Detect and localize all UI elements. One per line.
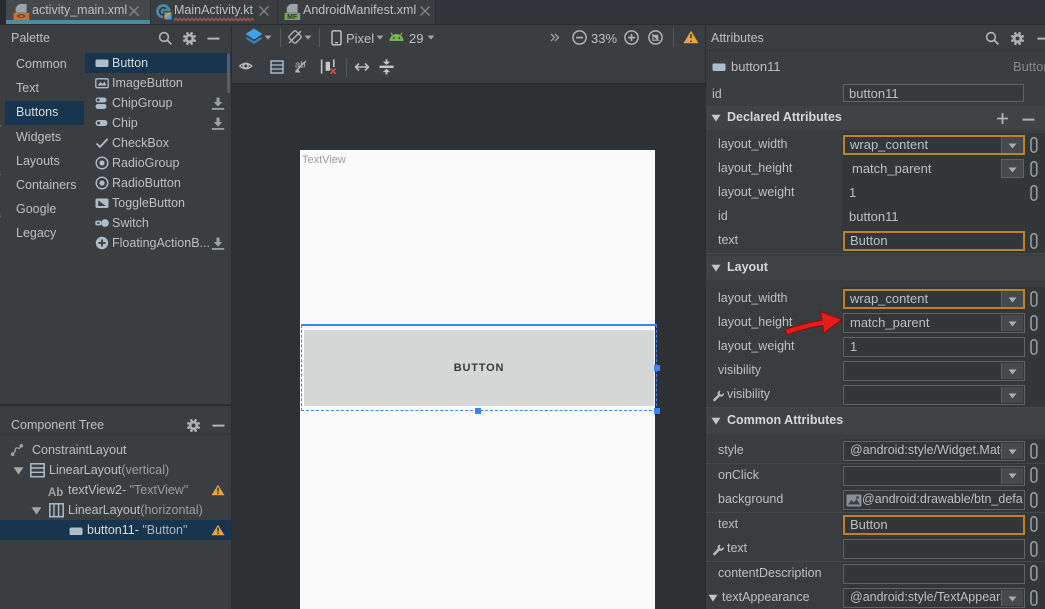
svg-text:MF: MF <box>287 14 298 20</box>
svg-text:<>: <> <box>17 12 26 20</box>
svg-text:ab: ab <box>295 60 306 71</box>
